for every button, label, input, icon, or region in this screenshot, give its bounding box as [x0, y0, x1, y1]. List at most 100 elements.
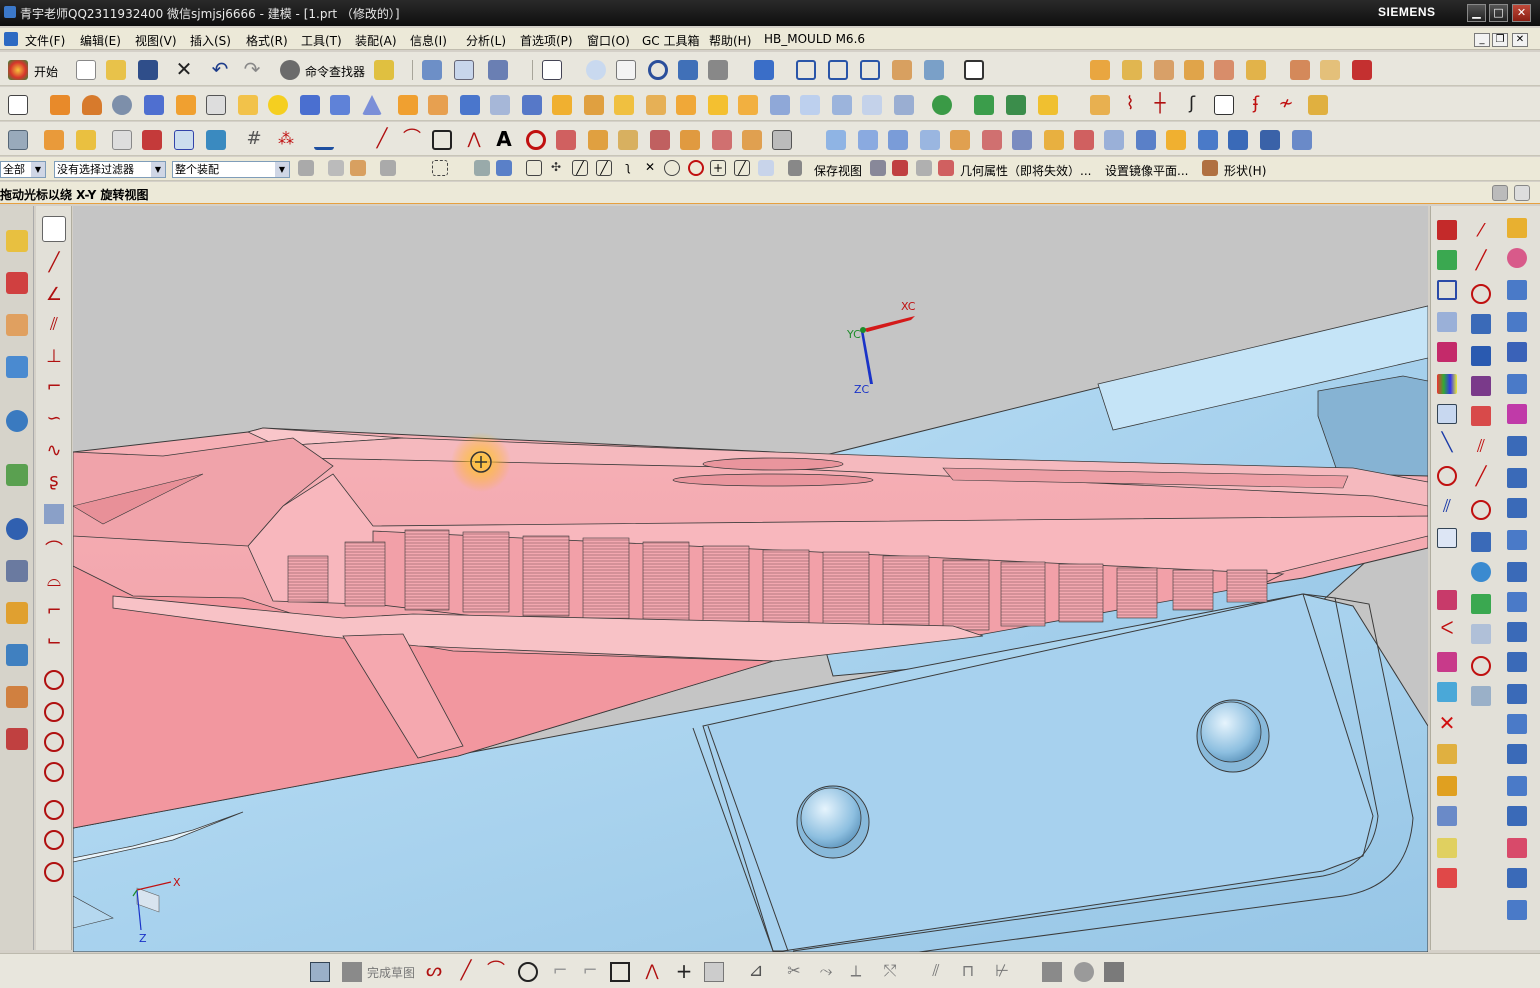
undo-icon[interactable]: ↶ — [210, 59, 230, 80]
sphere-icon[interactable] — [268, 95, 288, 115]
web-browser-tab-icon[interactable] — [6, 410, 28, 432]
mt-tool-7-icon[interactable] — [1471, 406, 1491, 426]
bottom-trim-icon[interactable]: ✂ — [784, 962, 804, 982]
bottom-auto-constrain-icon[interactable]: ⊬ — [992, 962, 1012, 982]
revolve-icon[interactable] — [82, 95, 102, 115]
project-curve-icon[interactable] — [588, 130, 608, 150]
mt-tool-6-icon[interactable] — [1471, 376, 1491, 396]
menu-tools[interactable]: 工具(T) — [301, 32, 342, 49]
bottom-move-curve-icon[interactable]: ⤲ — [880, 962, 900, 982]
mt-tool-9-icon[interactable]: ╱ — [1471, 468, 1491, 488]
mirror-plane-label[interactable]: 设置镜像平面... — [1105, 162, 1188, 179]
mt-tool-10-icon[interactable] — [1471, 500, 1491, 520]
surface-tool-1-icon[interactable] — [826, 130, 846, 150]
thicken-icon[interactable] — [862, 95, 882, 115]
mw-tool-19-icon[interactable] — [1437, 868, 1457, 888]
shell-icon[interactable] — [646, 95, 666, 115]
unite-icon[interactable] — [932, 95, 952, 115]
line-icon[interactable]: ╱ — [372, 130, 392, 150]
std-part-21-icon[interactable] — [1507, 838, 1527, 858]
graphics-window[interactable]: XC YC ZC X Z — [73, 206, 1428, 952]
std-part-10-icon[interactable] — [1507, 498, 1527, 518]
nx-logo-icon[interactable] — [4, 32, 18, 46]
selection-filter-dropdown[interactable]: 没有选择过滤器 ▼ — [54, 161, 166, 178]
zoom-window-icon[interactable] — [616, 60, 636, 80]
slot-icon[interactable] — [460, 95, 480, 115]
select-body-icon[interactable] — [350, 160, 366, 176]
curve-tool-3-icon[interactable]: ┼ — [1150, 95, 1170, 115]
minimize-window-button[interactable]: ▁ — [1467, 4, 1486, 22]
cue-maximize-icon[interactable] — [1514, 185, 1530, 201]
menu-edit[interactable]: 编辑(E) — [80, 32, 121, 49]
text-icon[interactable]: A — [494, 129, 514, 150]
shape-icon[interactable] — [1202, 160, 1218, 176]
mw-tool-12-icon[interactable] — [1437, 590, 1457, 610]
block-icon[interactable] — [176, 95, 196, 115]
intersection-curve-icon[interactable] — [618, 130, 638, 150]
surface-tool-8-icon[interactable] — [1044, 130, 1064, 150]
std-part-23-icon[interactable] — [1507, 900, 1527, 920]
surface-tool-12-icon[interactable] — [1166, 130, 1186, 150]
layer-icon[interactable] — [892, 60, 912, 80]
mw-tool-14-icon[interactable] — [1437, 652, 1457, 672]
sketch-icon[interactable] — [8, 95, 28, 115]
sketch-chamfer-icon[interactable]: ⌙ — [44, 632, 64, 652]
snap-bounded-icon[interactable] — [758, 160, 774, 176]
touch-mode-icon[interactable] — [374, 60, 394, 80]
cube-icon[interactable] — [330, 95, 350, 115]
std-part-17-icon[interactable] — [1507, 714, 1527, 734]
select-component-icon[interactable] — [380, 160, 396, 176]
snap-intersection-icon[interactable]: ✕ — [642, 160, 658, 176]
bottom-polygon-icon[interactable]: ⋀ — [642, 962, 662, 982]
pocket-icon[interactable] — [428, 95, 448, 115]
sketch-plane-icon[interactable] — [310, 962, 330, 982]
hole-icon[interactable] — [112, 95, 132, 115]
sketch-parallel-icon[interactable]: ⫽ — [44, 316, 64, 336]
spiral-icon[interactable] — [526, 130, 546, 150]
constraint-navigator-tab-icon[interactable] — [6, 272, 28, 294]
split-body-icon[interactable] — [738, 95, 758, 115]
scope-dropdown[interactable]: 整个装配 ▼ — [172, 161, 290, 178]
std-part-1-icon[interactable] — [1507, 218, 1527, 238]
mt-tool-11-icon[interactable] — [1471, 532, 1491, 552]
thread-icon[interactable] — [398, 95, 418, 115]
snap-point-on-curve-icon[interactable]: + — [710, 160, 726, 176]
ruler-icon[interactable] — [314, 130, 334, 150]
bottom-relations-icon[interactable] — [1104, 962, 1124, 982]
bottom-circle-icon[interactable] — [518, 962, 538, 982]
assembly-navigator-tab-icon[interactable] — [6, 230, 28, 252]
pan-icon[interactable] — [678, 60, 698, 80]
std-part-11-icon[interactable] — [1507, 530, 1527, 550]
mold-tool-5-icon[interactable] — [1214, 60, 1234, 80]
snap-point-on-face-icon[interactable]: ╱ — [734, 160, 750, 176]
mw-tool-7-icon[interactable] — [1437, 404, 1457, 424]
scale-body-icon[interactable] — [800, 95, 820, 115]
save-view-label[interactable]: 保存视图 — [814, 162, 862, 179]
save-icon[interactable] — [138, 60, 158, 80]
mw-tool-6-icon[interactable] — [1437, 374, 1457, 394]
mt-tool-3-icon[interactable] — [1471, 284, 1491, 304]
close-window-button[interactable]: ✕ — [1512, 4, 1531, 22]
mt-tool-5-icon[interactable] — [1471, 346, 1491, 366]
doc-restore-button[interactable]: ❐ — [1492, 33, 1508, 47]
save-view-icon[interactable] — [788, 160, 802, 176]
std-part-9-icon[interactable] — [1507, 468, 1527, 488]
surface-tool-5-icon[interactable] — [950, 130, 970, 150]
sketch-spline-icon[interactable]: ∿ — [44, 442, 64, 462]
move-face-icon[interactable] — [1038, 95, 1058, 115]
view-tool-1-icon[interactable] — [870, 160, 886, 176]
clock-tab-icon[interactable] — [6, 518, 28, 540]
cone-icon[interactable] — [362, 95, 382, 115]
extract-curve-icon[interactable] — [680, 130, 700, 150]
snap-quadrant-icon[interactable] — [688, 160, 704, 176]
shaded-cube-icon[interactable] — [754, 60, 774, 80]
mw-tool-9-icon[interactable] — [1437, 466, 1457, 486]
bottom-rectangle-icon[interactable] — [610, 962, 630, 982]
mold-tool-1-icon[interactable] — [1090, 60, 1110, 80]
new-component-icon[interactable] — [76, 130, 96, 150]
profile-icon[interactable] — [42, 216, 66, 242]
finish-sketch-label[interactable]: 完成草图 — [367, 964, 415, 981]
mold-tool-6-icon[interactable] — [1246, 60, 1266, 80]
trim-curve-icon[interactable] — [772, 130, 792, 150]
std-part-8-icon[interactable] — [1507, 436, 1527, 456]
